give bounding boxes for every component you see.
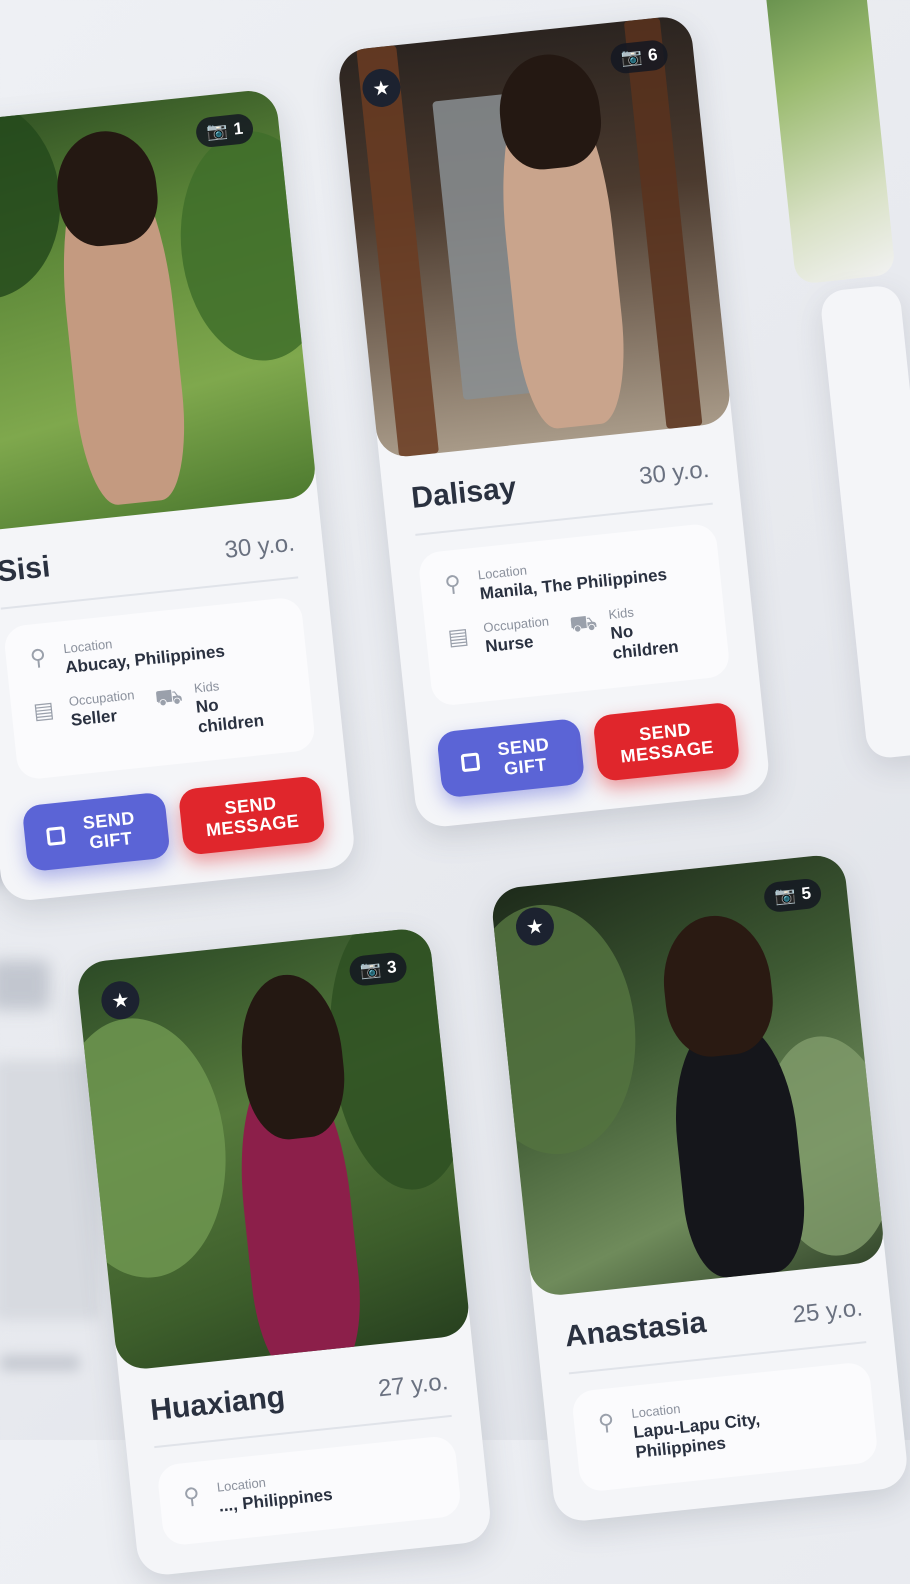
pin-icon: ⚲ bbox=[443, 570, 463, 597]
photo-count-badge: 📷 5 bbox=[763, 877, 823, 914]
gift-icon bbox=[460, 752, 481, 773]
profile-card[interactable]: ★ 📷 3 Huaxiang 27 y.o. ⚲ Location ..., P… bbox=[75, 926, 493, 1578]
kids-value: No children bbox=[609, 621, 680, 663]
profile-card-partial[interactable] bbox=[819, 283, 910, 760]
profile-details: ⚲ Location Lapu-Lapu City, Philippines bbox=[570, 1361, 879, 1493]
location-detail: ⚲ Location Abucay, Philippines bbox=[23, 618, 288, 682]
pin-icon: ⚲ bbox=[182, 1482, 201, 1510]
profile-age: 25 y.o. bbox=[791, 1294, 865, 1329]
profile-name[interactable]: Dalisay bbox=[410, 471, 518, 516]
occupation-value: Seller bbox=[69, 706, 118, 730]
photo-foliage bbox=[489, 896, 648, 1163]
camera-icon: 📷 bbox=[205, 120, 229, 142]
profile-info: Huaxiang 27 y.o. ⚲ Location ..., Philipp… bbox=[118, 1334, 493, 1577]
profile-info: Sisi 30 y.o. ⚲ Location Abucay, Philippi… bbox=[0, 496, 357, 903]
send-gift-button[interactable]: SEND GIFT bbox=[21, 791, 171, 873]
gift-icon bbox=[46, 826, 67, 846]
profile-photo[interactable]: ★ 📷 1 bbox=[0, 88, 318, 533]
occupation-detail: ▤ Occupation Seller bbox=[28, 687, 139, 755]
photo-count: 5 bbox=[800, 883, 812, 904]
stroller-icon: ⛟ bbox=[568, 609, 599, 638]
star-icon: ★ bbox=[110, 988, 131, 1013]
kids-value: No children bbox=[194, 695, 265, 737]
profile-age: 30 y.o. bbox=[223, 529, 296, 564]
star-icon: ★ bbox=[371, 76, 392, 101]
profile-details: ⚲ Location Abucay, Philippines ▤ Occupat… bbox=[2, 596, 317, 781]
kids-detail: ⛟ Kids No children bbox=[568, 598, 703, 668]
camera-icon: 📷 bbox=[773, 885, 797, 907]
location-detail: ⚲ Location Manila, The Philippines bbox=[437, 544, 702, 608]
photo-foliage bbox=[75, 1009, 239, 1287]
photo-doorframe bbox=[623, 17, 703, 430]
pin-icon: ⚲ bbox=[596, 1408, 616, 1436]
photo-count: 3 bbox=[386, 957, 398, 978]
send-gift-label: SEND GIFT bbox=[496, 734, 551, 779]
profile-grid: ★ 📷 1 Sisi 30 y.o. ⚲ Location Abucay, Ph… bbox=[0, 0, 910, 1578]
photo-foliage bbox=[169, 123, 318, 369]
profile-name[interactable]: Huaxiang bbox=[149, 1380, 287, 1428]
occupation-detail: ▤ Occupation Nurse bbox=[443, 613, 554, 681]
profile-photo[interactable]: ★ 📷 6 bbox=[336, 14, 733, 460]
send-message-label: SEND MESSAGE bbox=[619, 719, 715, 767]
send-message-label: SEND MESSAGE bbox=[205, 792, 301, 841]
send-gift-label: SEND GIFT bbox=[81, 807, 136, 853]
occupation-value: Nurse bbox=[484, 632, 535, 657]
favorite-button[interactable]: ★ bbox=[99, 979, 142, 1022]
send-message-button[interactable]: SEND MESSAGE bbox=[177, 775, 326, 856]
profile-info: Anastasia 25 y.o. ⚲ Location Lapu-Lapu C… bbox=[533, 1261, 910, 1524]
send-gift-button[interactable]: SEND GIFT bbox=[436, 717, 585, 799]
profile-name[interactable]: Sisi bbox=[0, 550, 52, 589]
send-message-button[interactable]: SEND MESSAGE bbox=[591, 701, 741, 783]
profile-details: ⚲ Location ..., Philippines bbox=[156, 1434, 463, 1547]
photo-count: 1 bbox=[232, 118, 244, 139]
profile-age: 27 y.o. bbox=[376, 1368, 450, 1403]
profile-card[interactable]: ★ 📷 1 Sisi 30 y.o. ⚲ Location Abucay, Ph… bbox=[0, 88, 357, 903]
profile-name[interactable]: Anastasia bbox=[563, 1306, 708, 1355]
photo-doorframe bbox=[356, 45, 439, 458]
photo-hair bbox=[657, 910, 778, 1061]
profile-photo-partial[interactable] bbox=[760, 0, 896, 285]
stroller-icon: ⛟ bbox=[153, 683, 184, 711]
profile-age: 30 y.o. bbox=[637, 455, 711, 491]
profile-info: Dalisay 30 y.o. ⚲ Location Manila, The P… bbox=[379, 422, 771, 829]
star-icon: ★ bbox=[524, 915, 546, 939]
pin-icon: ⚲ bbox=[28, 644, 48, 671]
profile-card[interactable]: ★ 📷 5 Anastasia 25 y.o. ⚲ Location Lapu-… bbox=[489, 852, 910, 1524]
profile-details: ⚲ Location Manila, The Philippines ▤ Occ… bbox=[417, 522, 731, 707]
kids-detail: ⛟ Kids No children bbox=[153, 671, 288, 741]
profile-card[interactable]: ★ 📷 6 Dalisay 30 y.o. ⚲ Location Manila,… bbox=[336, 14, 772, 830]
camera-icon: 📷 bbox=[358, 958, 383, 980]
camera-icon: 📷 bbox=[620, 46, 644, 68]
briefcase-icon: ▤ bbox=[32, 696, 56, 724]
profile-photo[interactable]: ★ 📷 3 bbox=[75, 926, 472, 1372]
profile-photo[interactable]: ★ 📷 5 bbox=[489, 852, 886, 1298]
location-detail: ⚲ Location ..., Philippines bbox=[176, 1457, 441, 1521]
briefcase-icon: ▤ bbox=[446, 622, 470, 650]
location-detail: ⚲ Location Lapu-Lapu City, Philippines bbox=[591, 1383, 859, 1467]
photo-count: 6 bbox=[647, 44, 659, 65]
